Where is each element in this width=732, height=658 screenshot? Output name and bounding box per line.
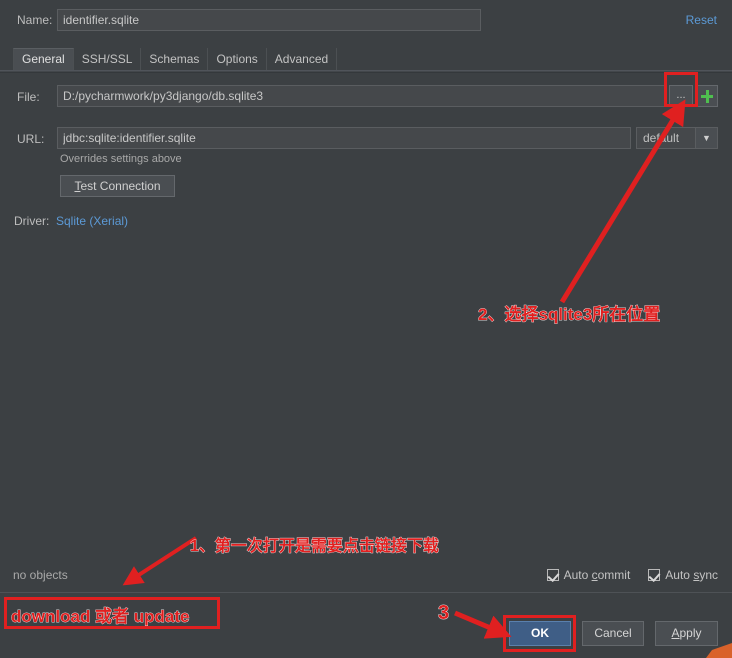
name-row: Name: Reset	[0, 0, 732, 42]
url-mode-combobox[interactable]: default ▼	[636, 127, 718, 149]
tab-ssh-ssl[interactable]: SSH/SSL	[74, 48, 142, 70]
tab-schemas[interactable]: Schemas	[141, 48, 209, 70]
annotation-step2-text: 2、选择sqlite3所在位置	[478, 305, 661, 325]
add-file-button[interactable]	[696, 85, 718, 107]
file-path-input[interactable]	[57, 85, 667, 107]
name-input[interactable]	[57, 9, 481, 31]
test-connection-button[interactable]: Test Connection	[60, 175, 175, 197]
annotation-highlight-download	[4, 597, 220, 629]
ok-button[interactable]: OK	[509, 621, 571, 646]
checkbox-icon	[648, 569, 661, 581]
annotation-download-text: download 或者 update	[11, 607, 190, 627]
reset-link[interactable]: Reset	[686, 13, 717, 27]
annotation-step1-text: 1、第一次打开是需要点击链接下载	[190, 538, 440, 556]
auto-commit-label: Auto commit	[563, 568, 631, 582]
apply-button[interactable]: Apply	[655, 621, 718, 646]
browse-file-button[interactable]: ...	[669, 85, 693, 107]
checkbox-icon	[546, 569, 559, 581]
cancel-button[interactable]: Cancel	[582, 621, 644, 646]
file-label: File:	[17, 90, 40, 104]
tab-general[interactable]: General	[13, 48, 74, 70]
footer-divider	[0, 592, 732, 593]
options-row: Auto commit Auto sync	[546, 568, 718, 582]
chevron-down-icon[interactable]: ▼	[695, 128, 717, 148]
driver-link[interactable]: Sqlite (Xerial)	[56, 214, 128, 228]
auto-sync-label: Auto sync	[665, 568, 718, 582]
overrides-note: Overrides settings above	[60, 153, 182, 165]
driver-label: Driver:	[14, 214, 50, 228]
name-label: Name:	[17, 13, 53, 27]
tab-underline	[0, 70, 732, 73]
url-input[interactable]	[57, 127, 631, 149]
url-label: URL:	[17, 132, 45, 146]
auto-sync-checkbox[interactable]: Auto sync	[648, 568, 718, 582]
tab-options[interactable]: Options	[208, 48, 267, 70]
annotation-step3-text: 3	[438, 602, 450, 625]
auto-commit-checkbox[interactable]: Auto commit	[546, 568, 631, 582]
objects-status: no objects	[13, 568, 68, 582]
data-source-dialog: Name: Reset General SSH/SSL Schemas Opti…	[0, 0, 732, 658]
url-mode-value: default	[643, 131, 680, 145]
tab-advanced[interactable]: Advanced	[267, 48, 338, 70]
tab-bar: General SSH/SSL Schemas Options Advanced	[13, 48, 338, 70]
